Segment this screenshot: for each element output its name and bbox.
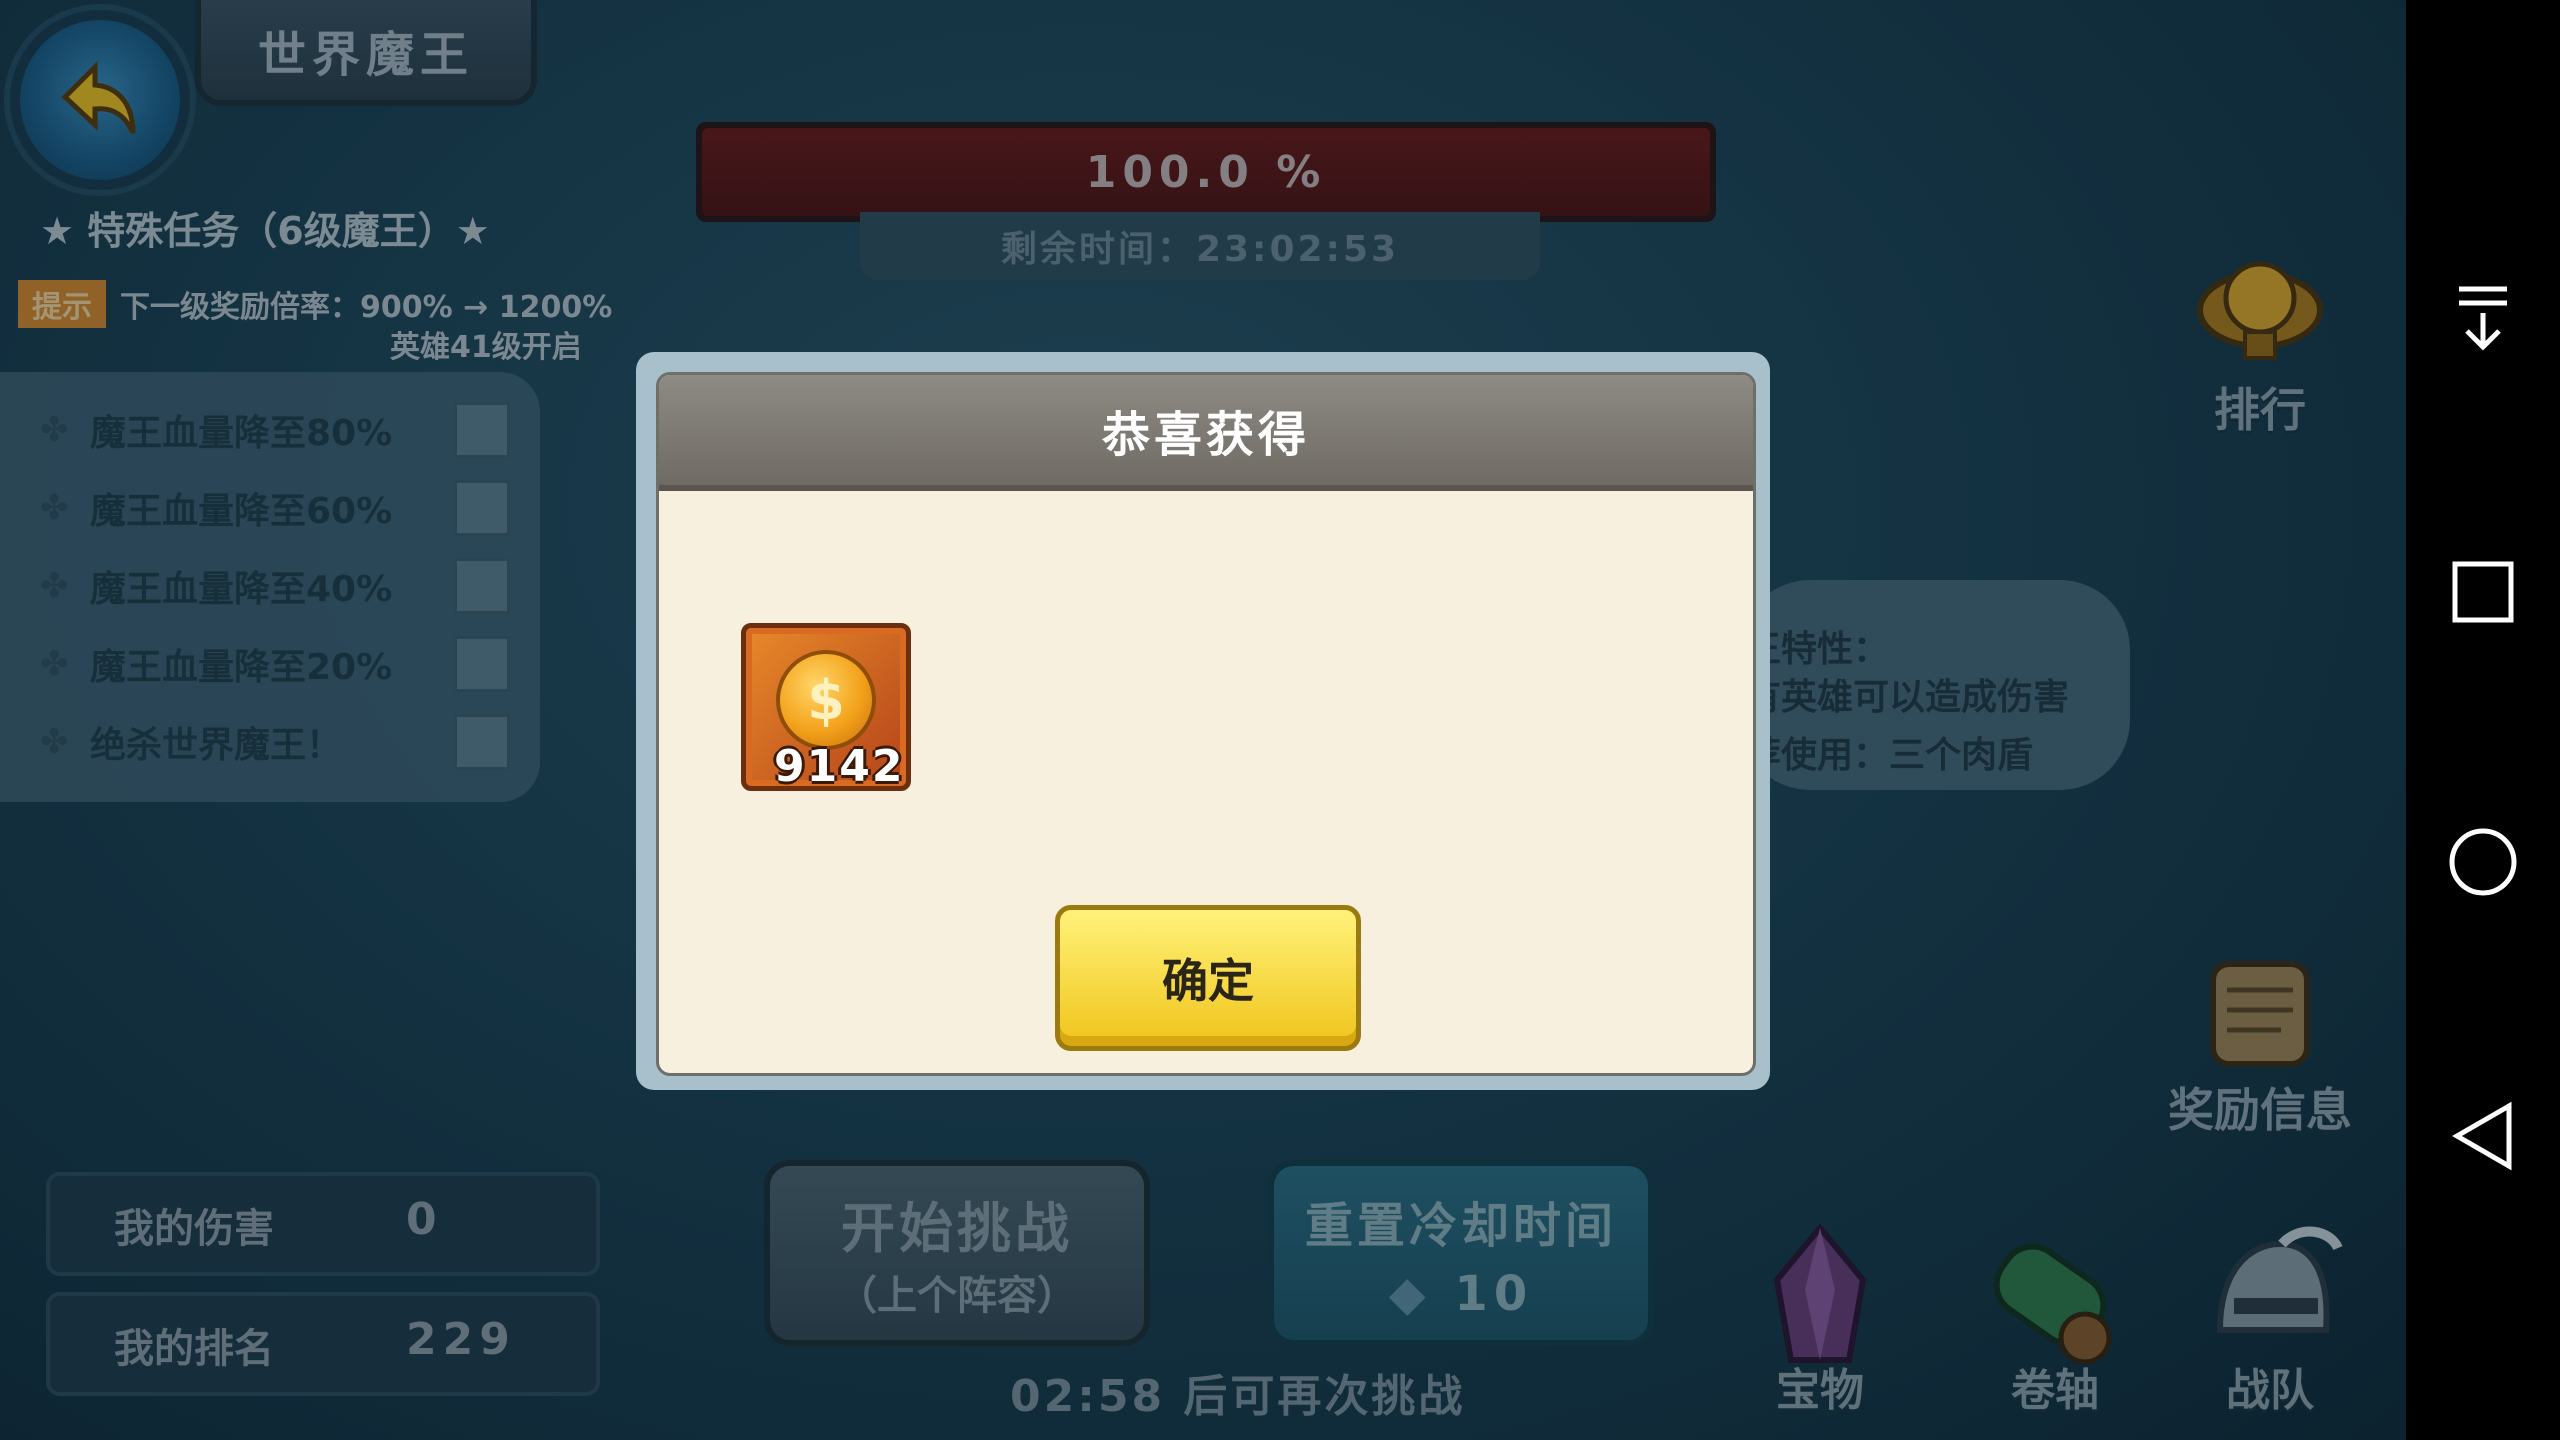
reward-count: 9142	[774, 741, 905, 792]
home-button[interactable]	[2443, 822, 2523, 902]
reward-item[interactable]: $ 9142	[741, 623, 911, 792]
reward-dialog: 恭喜获得 $ 9142 确定	[636, 352, 1770, 1090]
confirm-button[interactable]: 确定	[1055, 905, 1361, 1051]
reward-dialog-body: 恭喜获得 $ 9142 确定	[656, 372, 1756, 1076]
circle-icon	[2449, 828, 2517, 896]
back-nav-button[interactable]	[2443, 1096, 2523, 1176]
triangle-back-icon	[2451, 1101, 2512, 1171]
square-icon	[2452, 561, 2514, 623]
android-nav-bar	[2406, 0, 2560, 1440]
pulldown-icon	[2459, 286, 2507, 351]
recents-button[interactable]	[2443, 552, 2523, 632]
reward-dialog-title: 恭喜获得	[659, 375, 1753, 491]
game-screen: 世界魔王 ★ 特殊任务（6级魔王）★ 提示 下一级奖励倍率：900% → 120…	[0, 0, 2406, 1440]
notification-pulldown-button[interactable]	[2443, 278, 2523, 358]
gold-coin-icon: $	[776, 650, 876, 750]
